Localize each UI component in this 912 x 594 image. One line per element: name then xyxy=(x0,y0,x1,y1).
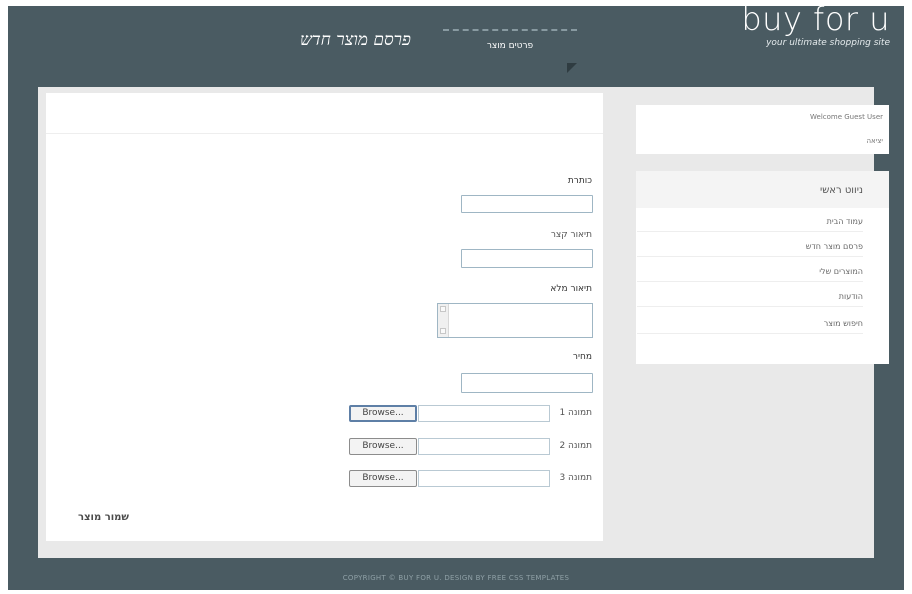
submit-button[interactable]: שמור מוצר xyxy=(78,512,129,523)
welcome-box: Welcome Guest User יציאה xyxy=(636,105,889,154)
scroll-up-icon[interactable] xyxy=(440,306,446,312)
full-description-textarea[interactable] xyxy=(437,303,593,338)
menu-header: ניווט ראשי xyxy=(636,171,889,208)
field-label-full-desc: תיאור מלא xyxy=(550,284,592,294)
file-path-box-3[interactable] xyxy=(418,470,550,487)
sidebar-item-search[interactable]: חיפוש מוצר xyxy=(637,319,863,334)
sidebar-item-my-products[interactable]: המוצרים שלי xyxy=(637,267,863,282)
file-label-2: תמונה 2 xyxy=(559,441,592,451)
file-label-1: תמונה 1 xyxy=(559,408,592,418)
field-label-title: כותרת xyxy=(567,176,592,186)
short-description-input[interactable] xyxy=(461,249,593,268)
file-path-box-2[interactable] xyxy=(418,438,550,455)
sidebar-item-messages[interactable]: הודעות xyxy=(637,292,863,307)
tab-fold-decoration xyxy=(567,63,577,73)
browse-button-3[interactable]: Browse... xyxy=(349,470,417,487)
footer-text: COPYRIGHT © BUY FOR U. DESIGN BY FREE CS… xyxy=(342,574,570,582)
welcome-text: Welcome Guest User xyxy=(810,113,883,121)
panel-top-bar xyxy=(46,93,603,134)
file-path-box-1[interactable] xyxy=(418,405,550,422)
scroll-down-icon[interactable] xyxy=(440,328,446,334)
field-label-price: מחיר xyxy=(572,352,592,362)
logo-tagline: your ultimate shopping site xyxy=(766,38,890,48)
price-input[interactable] xyxy=(461,373,593,393)
browse-button-2[interactable]: Browse... xyxy=(349,438,417,455)
logo-text: buy for u xyxy=(741,0,890,38)
title-input[interactable] xyxy=(461,195,593,213)
browse-button-1[interactable]: Browse... xyxy=(349,405,417,422)
textarea-scrollbar[interactable] xyxy=(438,304,449,337)
page-title: פרסם מוצר חדש xyxy=(300,30,411,50)
file-label-3: תמונה 3 xyxy=(559,473,592,483)
menu-title: ניווט ראשי xyxy=(819,185,863,196)
logout-link[interactable]: יציאה xyxy=(866,137,883,145)
sidebar-menu: ניווט ראשי עמוד הבית פרסם מוצר חדש המוצר… xyxy=(636,171,889,364)
form-tab: פרטים מוצר xyxy=(443,29,577,63)
sidebar-item-home[interactable]: עמוד הבית xyxy=(637,217,863,232)
sidebar-item-new-product[interactable]: פרסם מוצר חדש xyxy=(637,242,863,257)
site-logo[interactable]: buy for u your ultimate shopping site xyxy=(741,2,890,48)
field-label-short-desc: תיאור קצר xyxy=(550,230,592,240)
